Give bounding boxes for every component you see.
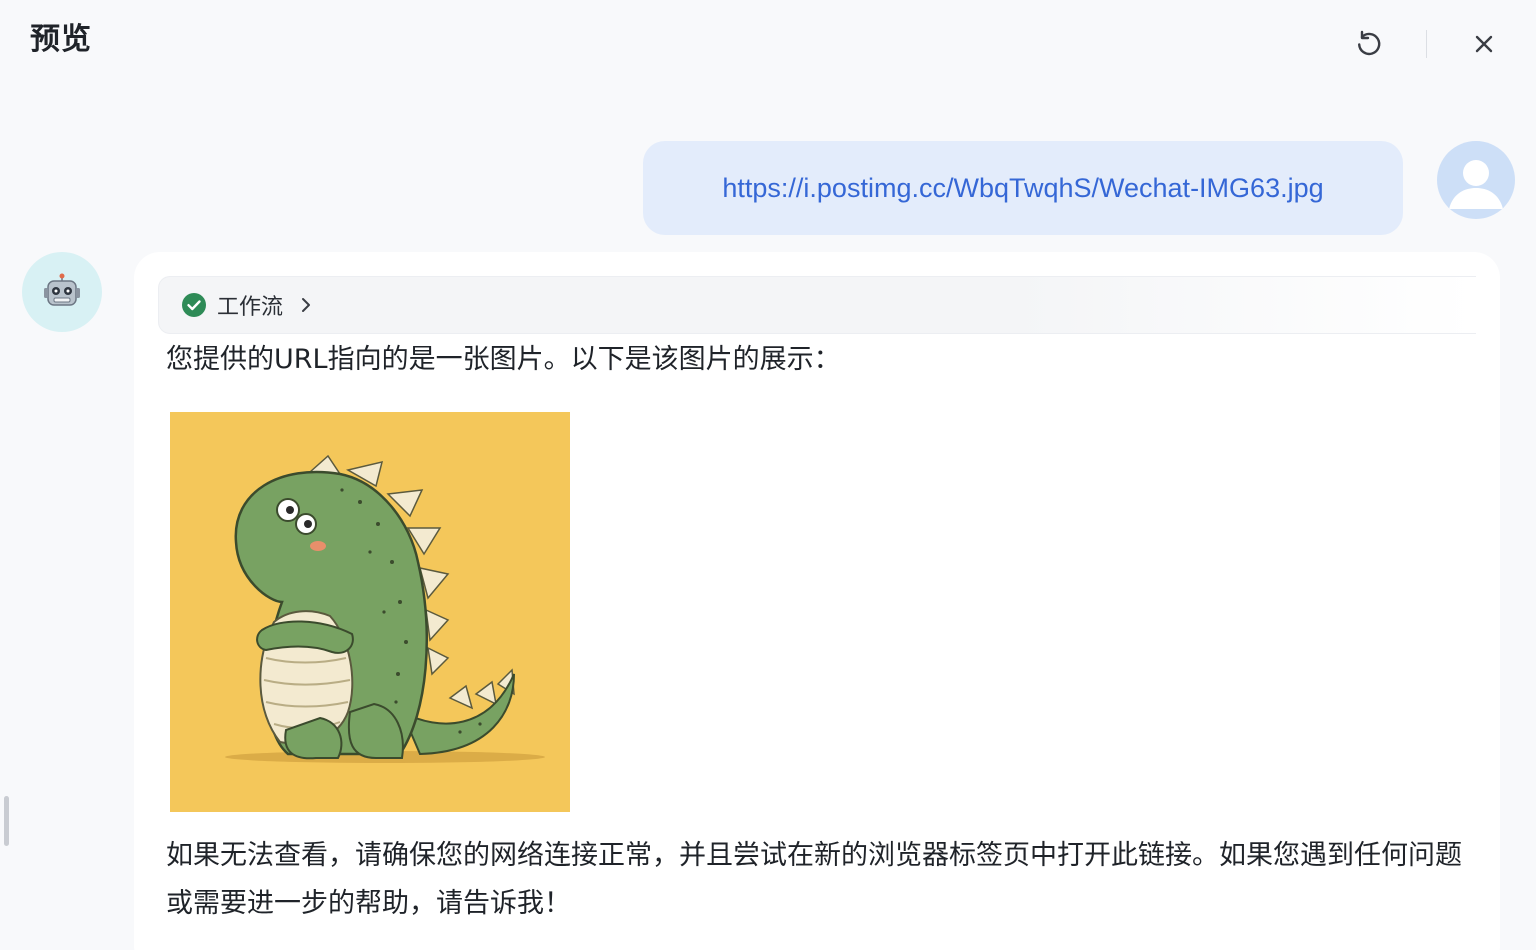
robot-icon bbox=[44, 273, 80, 306]
header-divider bbox=[1426, 30, 1427, 58]
refresh-button[interactable] bbox=[1351, 26, 1387, 62]
dinosaur-image[interactable] bbox=[170, 412, 570, 812]
page-title: 预览 bbox=[30, 22, 92, 57]
chevron-right-icon bbox=[299, 296, 313, 314]
user-avatar bbox=[1437, 141, 1515, 219]
bot-message-card: 工作流 您提供的URL指向的是一张图片。以下是该图片的展示： 如果无法查看，请确… bbox=[134, 252, 1500, 950]
workflow-label: 工作流 bbox=[217, 295, 284, 320]
user-message-bubble: https://i.postimg.cc/WbqTwqhS/Wechat-IMG… bbox=[643, 141, 1403, 235]
bot-intro-text: 您提供的URL指向的是一张图片。以下是该图片的展示： bbox=[166, 344, 841, 375]
dinosaur-illustration bbox=[170, 412, 570, 812]
preview-panel: 预览 https://i.postimg.cc/WbqTwqhS/Wechat-… bbox=[0, 0, 1536, 950]
refresh-icon bbox=[1358, 30, 1381, 56]
user-message-link[interactable]: https://i.postimg.cc/WbqTwqhS/Wechat-IMG… bbox=[722, 173, 1323, 204]
user-avatar-icon bbox=[1449, 160, 1503, 209]
workflow-toggle[interactable]: 工作流 bbox=[158, 276, 1476, 334]
check-circle-icon bbox=[181, 292, 207, 318]
close-button[interactable] bbox=[1466, 26, 1502, 62]
scrollbar-handle[interactable] bbox=[4, 796, 9, 846]
bot-outro-text: 如果无法查看，请确保您的网络连接正常，并且尝试在新的浏览器标签页中打开此链接。如… bbox=[166, 840, 1462, 919]
bot-avatar bbox=[22, 252, 102, 332]
close-icon bbox=[1475, 35, 1493, 53]
